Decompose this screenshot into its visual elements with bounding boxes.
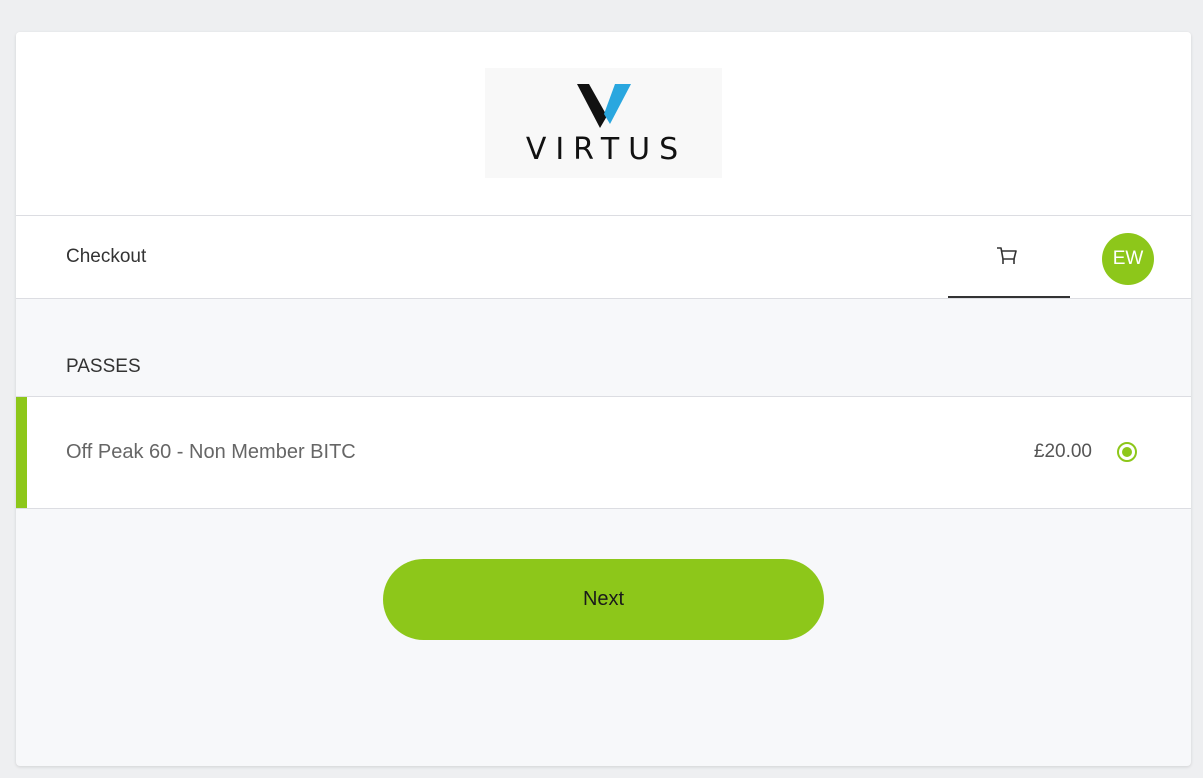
- shopping-cart-icon: [997, 247, 1017, 264]
- next-button[interactable]: Next: [383, 559, 824, 640]
- pass-option-row[interactable]: Off Peak 60 - Non Member BITC £20.00: [16, 396, 1191, 509]
- radio-selected-dot: [1122, 447, 1132, 457]
- user-avatar[interactable]: EW: [1102, 233, 1154, 285]
- page-title: Checkout: [66, 246, 147, 267]
- selected-indicator-bar: [16, 397, 27, 508]
- pass-radio-button[interactable]: [1117, 442, 1137, 462]
- virtus-logo-mark-icon: [577, 84, 631, 128]
- logo-header: VIRTUS: [16, 32, 1191, 216]
- passes-section-label: PASSES: [66, 356, 141, 377]
- checkout-card: VIRTUS Checkout EW PASSES Off Peak 60 - …: [16, 32, 1191, 766]
- virtus-logo: VIRTUS: [485, 68, 722, 178]
- checkout-header: Checkout EW: [16, 216, 1191, 299]
- cart-tab[interactable]: [948, 216, 1070, 298]
- logo-wordmark: VIRTUS: [525, 132, 688, 167]
- pass-price: £20.00: [1033, 441, 1092, 462]
- pass-name: Off Peak 60 - Non Member BITC: [66, 441, 356, 463]
